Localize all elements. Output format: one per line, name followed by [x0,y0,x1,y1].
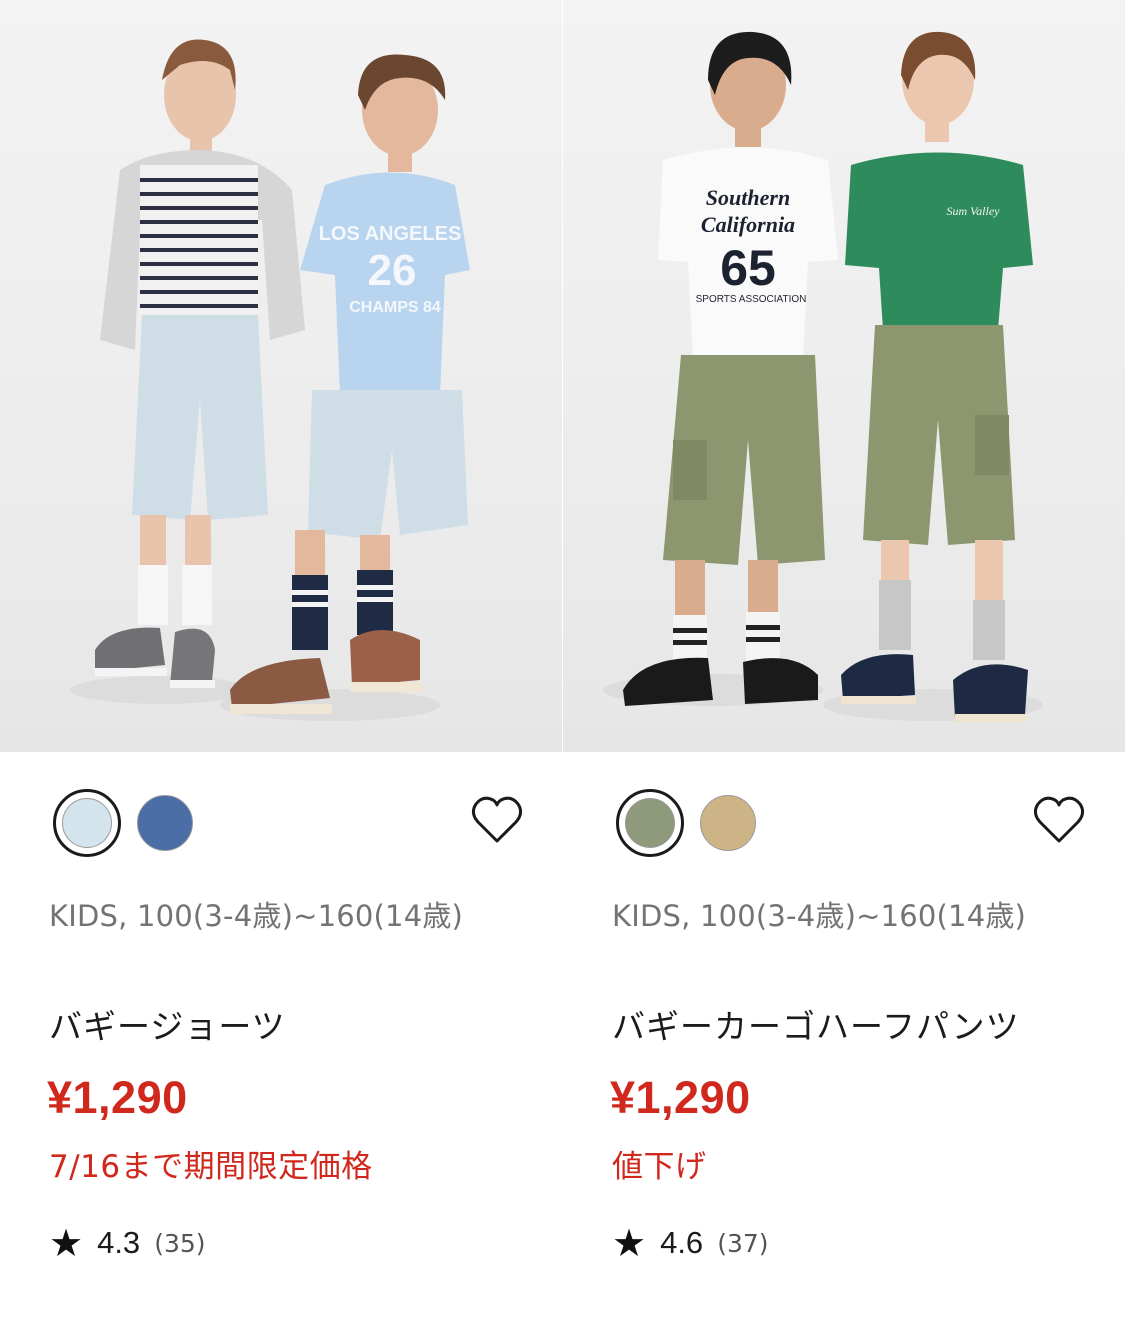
product-category-sizes: KIDS, 100(3-4歳)~160(14歳) [612,899,1027,933]
product-price: ¥1,290 [610,1072,751,1123]
product-photo-illustration: Southern California 65 SPORTS ASSOCIATIO… [603,31,1043,722]
svg-text:CHAMPS 84: CHAMPS 84 [349,299,441,316]
color-swatch-blue[interactable] [137,795,193,851]
rating-score: 4.6 [660,1225,704,1260]
product-photo-illustration: LOS ANGELES 26 CHAMPS 84 [70,39,470,721]
star-icon: ★ [49,1221,84,1265]
svg-text:Sum Valley: Sum Valley [947,204,1001,218]
color-swatch-olive[interactable] [616,789,684,857]
favorite-button[interactable] [1032,795,1086,845]
product-category-sizes: KIDS, 100(3-4歳)~160(14歳) [49,899,464,933]
promo-label: 7/16まで期間限定価格 [49,1149,373,1185]
product-image[interactable]: LOS ANGELES 26 CHAMPS 84 [0,0,562,752]
heart-outline-icon [1033,796,1085,843]
product-card-baggy-jorts[interactable]: LOS ANGELES 26 CHAMPS 84 KIDS, 100(3-4歳)… [0,0,562,1333]
promo-label: 値下げ [612,1149,707,1185]
svg-text:LOS ANGELES: LOS ANGELES [319,223,462,245]
product-image[interactable]: Southern California 65 SPORTS ASSOCIATIO… [563,0,1125,752]
color-swatch-light-blue[interactable] [53,789,121,857]
product-card-baggy-cargo-half-pants[interactable]: Southern California 65 SPORTS ASSOCIATIO… [563,0,1125,1333]
model-girl [95,39,305,688]
svg-text:SPORTS ASSOCIATION: SPORTS ASSOCIATION [696,294,807,305]
model-boy: Southern California 65 SPORTS ASSOCIATIO… [623,31,838,706]
svg-text:California: California [701,212,795,237]
heart-outline-icon [471,796,523,843]
svg-text:65: 65 [720,240,776,296]
color-swatch-beige[interactable] [700,795,756,851]
product-name[interactable]: バギージョーツ [49,1003,286,1051]
product-name[interactable]: バギーカーゴハーフパンツ [612,1003,1020,1051]
product-grid: LOS ANGELES 26 CHAMPS 84 KIDS, 100(3-4歳)… [0,0,1125,1333]
review-count: (37) [717,1228,769,1258]
product-rating: ★ 4.6 (37) [612,1218,769,1268]
model-girl: Sum Valley [841,31,1033,722]
product-rating: ★ 4.3 (35) [49,1218,206,1268]
svg-text:26: 26 [368,246,417,295]
swatch-chip [62,798,112,848]
rating-score: 4.3 [97,1225,141,1260]
favorite-button[interactable] [470,795,524,845]
product-price: ¥1,290 [47,1072,188,1123]
star-icon: ★ [612,1221,647,1265]
model-boy: LOS ANGELES 26 CHAMPS 84 [230,54,470,714]
review-count: (35) [154,1228,206,1258]
svg-text:Southern: Southern [706,185,790,210]
swatch-chip [625,798,675,848]
